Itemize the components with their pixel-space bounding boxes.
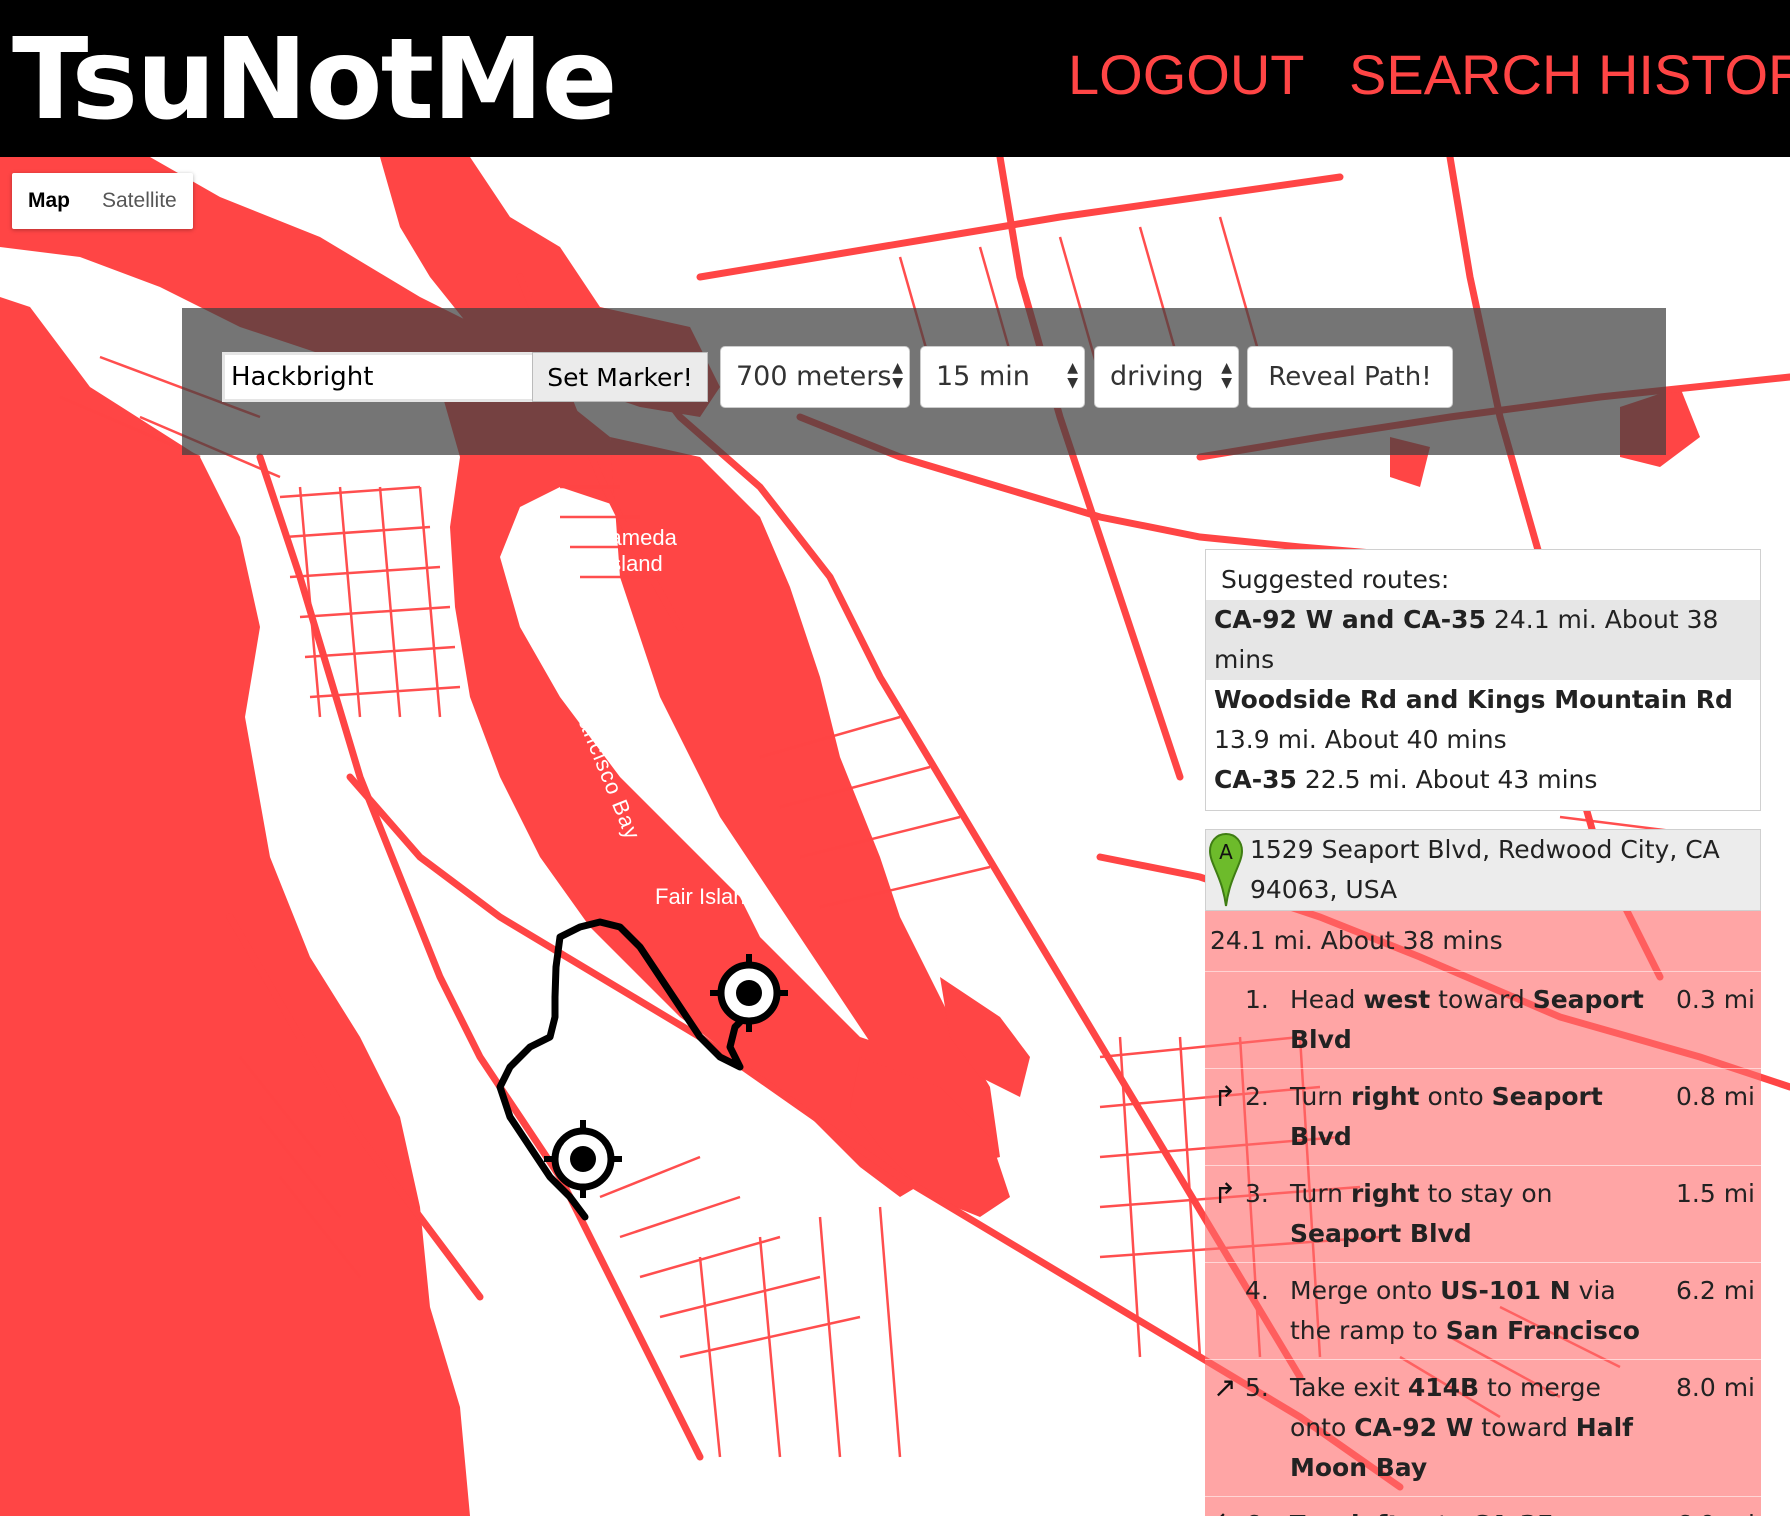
direction-step-distance: 0.3 mi xyxy=(1675,985,1755,1014)
direction-step-text: Merge onto US-101 N via the ramp to San … xyxy=(1290,1271,1651,1351)
direction-step-number: 6. xyxy=(1245,1505,1269,1516)
direction-step-number: 4. xyxy=(1245,1276,1269,1305)
direction-step-fragment: Turn xyxy=(1290,1510,1351,1516)
top-navigation-bar: TsuNotMe LOGOUT SEARCH HISTORY xyxy=(0,0,1790,157)
time-select[interactable]: 15 min ▲ ▼ xyxy=(920,346,1085,408)
map-canvas[interactable]: San Francisco Bay Alameda Island Fair Is… xyxy=(0,157,1790,1516)
direction-step[interactable]: ↰ 6. Turn left onto CA-35 6.9 mi xyxy=(1205,1497,1761,1516)
start-target-marker-icon[interactable] xyxy=(542,1118,624,1200)
direction-step-text: Turn left onto CA-35 xyxy=(1290,1505,1651,1516)
direction-step-text: Turn right to stay on Seaport Blvd xyxy=(1290,1174,1651,1254)
direction-step[interactable]: ↱ 3. Turn right to stay on Seaport Blvd 1.5… xyxy=(1205,1166,1761,1263)
end-target-marker-icon[interactable] xyxy=(708,952,790,1034)
select-arrows-icon: ▲ ▼ xyxy=(892,360,903,391)
direction-steps-list: 1. Head west toward Seaport Blvd 0.3 mi ↱ 2.… xyxy=(1205,972,1761,1516)
direction-step-emphasis: 414B xyxy=(1407,1373,1480,1402)
direction-step-fragment: onto xyxy=(1419,1082,1492,1111)
app-logo-title[interactable]: TsuNotMe xyxy=(12,12,618,148)
route-option[interactable]: Woodside Rd and Kings Mountain Rd 13.9 m… xyxy=(1206,680,1760,760)
start-address: 1529 Seaport Blvd, Redwood City, CA 9406… xyxy=(1250,835,1720,904)
select-arrows-icon: ▲ ▼ xyxy=(1221,360,1232,391)
direction-step-distance: 8.0 mi xyxy=(1675,1373,1755,1402)
direction-step-emphasis: US-101 N xyxy=(1440,1276,1571,1305)
direction-step-emphasis: left xyxy=(1351,1510,1399,1516)
suggested-routes-box: Suggested routes: CA-92 W and CA-35 24.1… xyxy=(1205,549,1761,811)
direction-step-fragment: toward xyxy=(1430,985,1533,1014)
direction-step-text: Head west toward Seaport Blvd xyxy=(1290,980,1651,1060)
direction-step-fragment: Head xyxy=(1290,985,1364,1014)
suggested-routes-title: Suggested routes: xyxy=(1221,565,1450,594)
direction-step-fragment: Merge onto xyxy=(1290,1276,1441,1305)
route-option[interactable]: CA-35 22.5 mi. About 43 mins xyxy=(1206,760,1760,800)
map-label-alameda: Alameda Island xyxy=(590,525,677,577)
direction-step-text: Take exit 414B to merge onto CA-92 W tow… xyxy=(1290,1368,1651,1488)
location-search-input[interactable] xyxy=(222,352,536,402)
direction-step-distance: 1.5 mi xyxy=(1675,1179,1755,1208)
map-type-control: Map Satellite xyxy=(12,173,193,229)
direction-step-fragment: Take exit xyxy=(1290,1373,1408,1402)
search-history-link[interactable]: SEARCH HISTORY xyxy=(1349,40,1790,110)
direction-step-emphasis: right xyxy=(1350,1179,1420,1208)
time-select-value: 15 min xyxy=(936,361,1030,392)
route-option-name: CA-92 W and CA-35 xyxy=(1214,605,1486,634)
ramp-right-icon: ↗ xyxy=(1213,1371,1237,1404)
direction-step[interactable]: 1. Head west toward Seaport Blvd 0.3 mi xyxy=(1205,972,1761,1069)
set-marker-button[interactable]: Set Marker! xyxy=(532,352,708,402)
map-label-alameda-line1: Alameda xyxy=(590,525,677,550)
map-label-alameda-line2: Island xyxy=(604,551,663,576)
travel-mode-select[interactable]: driving ▲ ▼ xyxy=(1094,346,1239,408)
direction-step-fragment: Turn xyxy=(1290,1179,1351,1208)
direction-step-number: 2. xyxy=(1245,1082,1269,1111)
direction-step-fragment: Turn xyxy=(1290,1082,1351,1111)
direction-step-fragment: to stay on xyxy=(1419,1179,1553,1208)
turn-right-icon: ↱ xyxy=(1213,1177,1237,1210)
route-option[interactable]: CA-92 W and CA-35 24.1 mi. About 38 mins xyxy=(1206,600,1760,680)
direction-step-number: 1. xyxy=(1245,985,1269,1014)
map-type-satellite-button[interactable]: Satellite xyxy=(86,173,193,229)
direction-step[interactable]: 4. Merge onto US-101 N via the ramp to Sa… xyxy=(1205,1263,1761,1360)
suggested-routes-list: CA-92 W and CA-35 24.1 mi. About 38 mins… xyxy=(1206,600,1760,800)
direction-step-emphasis: west xyxy=(1363,985,1431,1014)
directions-panel: Suggested routes: CA-92 W and CA-35 24.1… xyxy=(1205,549,1761,1516)
direction-step[interactable]: ↗ 5. Take exit 414B to merge onto CA-92 W … xyxy=(1205,1360,1761,1497)
map-type-map-button[interactable]: Map xyxy=(12,173,86,229)
direction-step[interactable]: ↱ 2. Turn right onto Seaport Blvd 0.8 mi xyxy=(1205,1069,1761,1166)
direction-step-number: 3. xyxy=(1245,1179,1269,1208)
start-location-row[interactable]: A 1529 Seaport Blvd, Redwood City, CA 94… xyxy=(1205,829,1761,911)
direction-step-distance: 0.8 mi xyxy=(1675,1082,1755,1111)
direction-step-emphasis: CA-92 W xyxy=(1354,1413,1474,1442)
start-pin-icon: A xyxy=(1208,832,1244,907)
direction-step-emphasis: CA-35 xyxy=(1471,1510,1554,1516)
direction-step-emphasis: Seaport Blvd xyxy=(1290,1219,1472,1248)
distance-select[interactable]: 700 meters ▲ ▼ xyxy=(720,346,910,408)
direction-step-distance: 6.9 mi xyxy=(1676,1505,1755,1516)
route-option-detail: 22.5 mi. About 43 mins xyxy=(1304,765,1598,794)
direction-step-text: Turn right onto Seaport Blvd xyxy=(1290,1077,1651,1157)
direction-step-number: 5. xyxy=(1245,1373,1269,1402)
logout-link[interactable]: LOGOUT xyxy=(1068,40,1304,110)
search-controls-panel: Set Marker! 700 meters ▲▼ 15 min ▲▼ driv… xyxy=(182,308,1666,455)
route-option-name: Woodside Rd and Kings Mountain Rd xyxy=(1214,685,1733,714)
direction-step-fragment: onto xyxy=(1399,1510,1471,1516)
turn-left-icon: ↰ xyxy=(1213,1511,1236,1516)
direction-step-emphasis: right xyxy=(1350,1082,1420,1111)
travel-mode-select-value: driving xyxy=(1110,361,1204,392)
route-option-detail: 13.9 mi. About 40 mins xyxy=(1214,725,1507,754)
turn-right-icon: ↱ xyxy=(1213,1080,1237,1113)
direction-step-fragment: toward xyxy=(1473,1413,1576,1442)
route-summary: 24.1 mi. About 38 mins xyxy=(1205,911,1761,972)
start-pin-letter: A xyxy=(1219,840,1233,864)
direction-step-emphasis: San Francisco xyxy=(1445,1316,1640,1345)
reveal-path-button[interactable]: Reveal Path! xyxy=(1247,346,1453,408)
map-label-fair-island: Fair Island xyxy=(655,884,758,909)
distance-select-value: 700 meters xyxy=(736,361,892,392)
select-arrows-icon: ▲ ▼ xyxy=(1067,360,1078,391)
route-option-name: CA-35 xyxy=(1214,765,1297,794)
direction-step-distance: 6.2 mi xyxy=(1675,1276,1755,1305)
